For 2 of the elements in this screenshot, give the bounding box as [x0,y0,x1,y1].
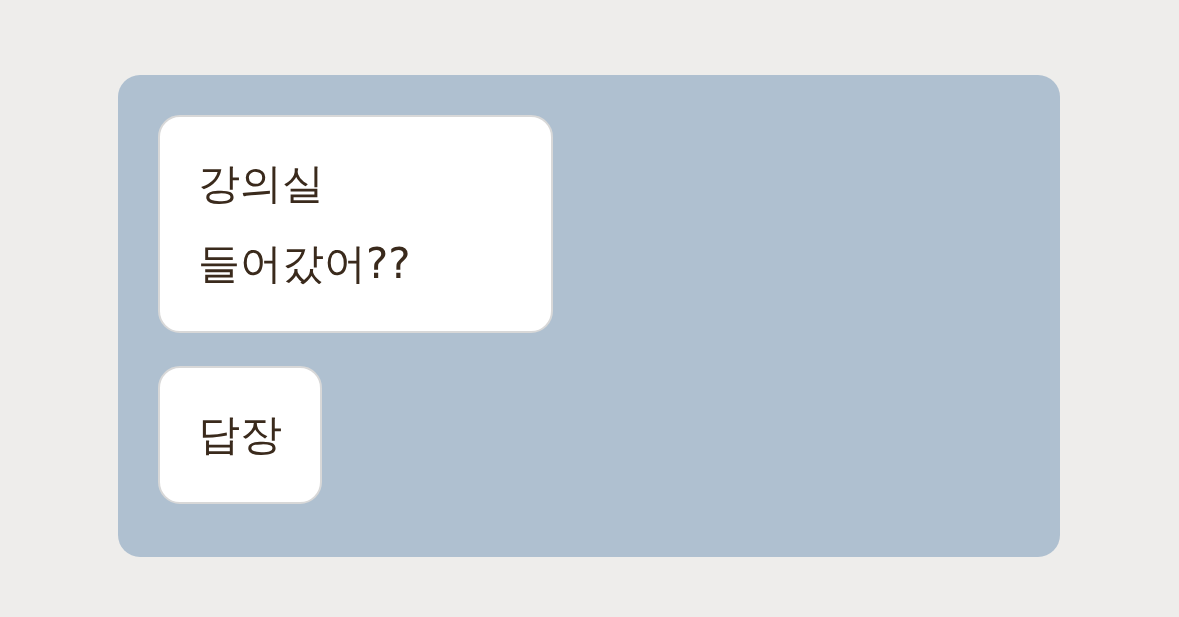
message-bubble: 답장 [158,366,322,504]
message-bubble: 강의실 들어갔어?? [158,115,553,333]
